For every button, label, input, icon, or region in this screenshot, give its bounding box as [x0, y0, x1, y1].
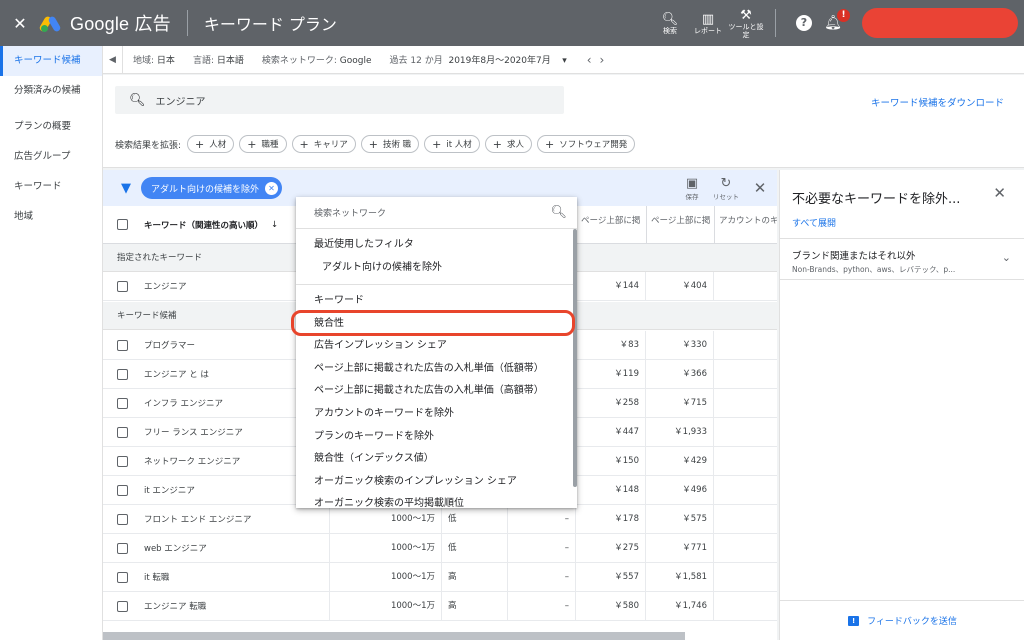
- expand-all-link[interactable]: すべて展開: [792, 216, 836, 229]
- date-nav-arrows[interactable]: ‹›: [587, 53, 613, 67]
- nav-locations[interactable]: 地域: [0, 202, 102, 232]
- filter-option-competition-index[interactable]: 競合性（インデックス値）: [296, 448, 577, 471]
- row-checkbox[interactable]: [117, 484, 128, 496]
- brand-name: Google 広告: [70, 14, 171, 34]
- expand-chip[interactable]: + it 人材: [424, 135, 480, 153]
- search-button[interactable]: 🔍︎ 検索: [651, 12, 689, 35]
- filter-option-exclude-account[interactable]: アカウントのキーワードを除外: [296, 403, 577, 426]
- nav-keywords[interactable]: キーワード: [0, 172, 102, 202]
- highlight-annotation: [291, 310, 575, 336]
- download-keywords-link[interactable]: キーワード候補をダウンロード: [871, 95, 1004, 109]
- report-button[interactable]: ▥ レポート: [689, 12, 727, 35]
- search-icon: 🔍︎: [129, 92, 146, 108]
- row-checkbox[interactable]: [117, 542, 128, 554]
- filter-option-organic-share[interactable]: オーガニック検索のインプレッション シェア: [296, 471, 577, 494]
- collapse-nav-icon[interactable]: ◀: [103, 45, 123, 74]
- help-icon[interactable]: ?: [796, 15, 812, 31]
- top-bar: ✕ Google 広告 キーワード プラン 🔍︎ 検索 ▥ レポート ⚒ ツールと設定…: [0, 0, 1024, 46]
- page-title: キーワード プラン: [203, 15, 337, 34]
- expand-chip[interactable]: + 求人: [484, 135, 533, 153]
- row-checkbox[interactable]: [117, 513, 128, 525]
- reset-icon: ↻: [720, 175, 732, 191]
- account-switcher[interactable]: [862, 8, 1018, 38]
- close-filter-icon[interactable]: ✕: [743, 179, 777, 197]
- save-icon: ▣: [685, 175, 699, 191]
- expand-chip[interactable]: + キャリア: [291, 135, 356, 153]
- row-checkbox[interactable]: [117, 600, 128, 612]
- nav-grouped-ideas[interactable]: 分類済みの候補: [0, 76, 102, 106]
- targeting-strip: ◀ 地域: 日本 言語: 日本語 検索ネットワーク: Google 過去 12 …: [103, 45, 1024, 74]
- network-filter[interactable]: 検索ネットワーク: Google: [262, 53, 372, 66]
- filter-option-organic-position[interactable]: オーガニック検索の平均掲載順位: [296, 493, 577, 508]
- horizontal-scrollbar[interactable]: [103, 632, 685, 640]
- location-filter[interactable]: 地域: 日本: [133, 53, 175, 66]
- table-row[interactable]: フロント エンド エンジニア 1000〜1万低 – ￥178 ￥575: [103, 504, 777, 534]
- row-checkbox[interactable]: [117, 397, 128, 409]
- expand-chip[interactable]: + ソフトウェア開発: [537, 135, 636, 153]
- report-icon: ▥: [701, 11, 715, 27]
- search-icon: 🔍︎: [661, 11, 679, 27]
- filter-icon[interactable]: ▼: [121, 181, 131, 196]
- filter-option-exclude-plan[interactable]: プランのキーワードを除外: [296, 426, 577, 449]
- select-all-checkbox[interactable]: [117, 219, 128, 230]
- feedback-icon: !: [848, 615, 860, 626]
- search-section: 🔍︎ エンジニア キーワード候補をダウンロード 検索結果を拡張: + 人材 + 職種…: [103, 75, 1024, 168]
- filter-dropdown: 検索ネットワーク 🔍︎ 最近使用したフィルタ アダルト向けの候補を除外 キーワー…: [296, 197, 577, 508]
- recent-filter-item[interactable]: アダルト向けの候補を除外: [296, 257, 577, 280]
- table-row[interactable]: it 転職 1000〜1万高 – ￥557 ￥1,581: [103, 562, 777, 592]
- bid-low-column-header[interactable]: ページ上部に掲: [576, 205, 646, 244]
- search-icon: 🔍︎: [550, 205, 567, 220]
- expand-results: 検索結果を拡張: + 人材 + 職種 + キャリア + 技術 職 + it 人材 + 求人 …: [115, 135, 640, 153]
- filter-search-input[interactable]: 検索ネットワーク 🔍︎: [296, 197, 577, 229]
- brand-section[interactable]: ブランド関連またはそれ以外 Non-Brands、python、aws、レバテッ…: [780, 238, 1024, 280]
- close-icon[interactable]: ✕: [0, 14, 40, 33]
- nav-ad-groups[interactable]: 広告グループ: [0, 142, 102, 172]
- nav-plan-overview[interactable]: プランの概要: [0, 112, 102, 142]
- nav-keyword-ideas[interactable]: キーワード候補: [0, 46, 102, 76]
- expand-chip[interactable]: + 人材: [187, 135, 235, 153]
- header-divider: [186, 10, 188, 36]
- dropdown-scrollbar[interactable]: [573, 229, 577, 487]
- sort-arrow-icon: ↓: [271, 219, 279, 230]
- row-checkbox[interactable]: [117, 571, 128, 583]
- expand-chip[interactable]: + 技術 職: [360, 135, 420, 153]
- refine-keywords-panel: 不必要なキーワードを除外... ✕ すべて展開 ブランド関連またはそれ以外 No…: [779, 170, 1024, 640]
- notification-button[interactable]: 🔔︎!: [822, 9, 850, 31]
- row-checkbox[interactable]: [117, 426, 128, 438]
- expand-chip[interactable]: + 職種: [239, 135, 287, 153]
- row-checkbox[interactable]: [117, 455, 128, 467]
- wrench-icon: ⚒: [740, 7, 752, 23]
- filter-option-ad-impression-share[interactable]: 広告インプレッション シェア: [296, 335, 577, 358]
- row-checkbox[interactable]: [117, 280, 128, 292]
- chevron-down-icon[interactable]: ⌄: [1002, 251, 1011, 264]
- panel-title: 不必要なキーワードを除外...: [792, 192, 961, 207]
- row-checkbox[interactable]: [117, 368, 128, 380]
- send-feedback-button[interactable]: ! フィードバックを送信: [780, 600, 1024, 640]
- close-panel-icon[interactable]: ✕: [993, 184, 1006, 202]
- tools-button[interactable]: ⚒ ツールと設定: [727, 8, 765, 39]
- date-range-filter[interactable]: 過去 12 か月 2019年8月〜2020年7月 ▾: [390, 53, 567, 66]
- left-nav: キーワード候補 分類済みの候補 プランの概要 広告グループ キーワード 地域: [0, 46, 103, 640]
- language-filter[interactable]: 言語: 日本語: [193, 53, 244, 66]
- filter-option-bid-low[interactable]: ページ上部に掲載された広告の入札単価（低額帯）: [296, 358, 577, 381]
- table-row[interactable]: web エンジニア 1000〜1万低 – ￥275 ￥771: [103, 533, 777, 563]
- table-row[interactable]: エンジニア 転職 1000〜1万高 – ￥580 ￥1,746: [103, 591, 777, 621]
- account-column-header[interactable]: アカウントのキ: [714, 205, 777, 244]
- row-checkbox[interactable]: [117, 339, 128, 351]
- notification-badge: !: [837, 9, 850, 22]
- dropdown-arrow-icon: ▾: [562, 56, 567, 66]
- filter-option-bid-high[interactable]: ページ上部に掲載された広告の入札単価（高額帯）: [296, 380, 577, 403]
- keyword-search-input[interactable]: 🔍︎ エンジニア: [115, 86, 564, 114]
- google-ads-logo: [38, 14, 64, 33]
- reset-button[interactable]: ↻ リセット: [709, 176, 743, 201]
- active-filter-chip[interactable]: アダルト向けの候補を除外 ✕: [141, 177, 283, 199]
- save-button[interactable]: ▣ 保存: [675, 176, 709, 201]
- recent-filters-heading: 最近使用したフィルタ: [314, 239, 414, 250]
- remove-filter-icon[interactable]: ✕: [265, 181, 279, 195]
- bid-high-column-header[interactable]: ページ上部に掲: [646, 205, 714, 244]
